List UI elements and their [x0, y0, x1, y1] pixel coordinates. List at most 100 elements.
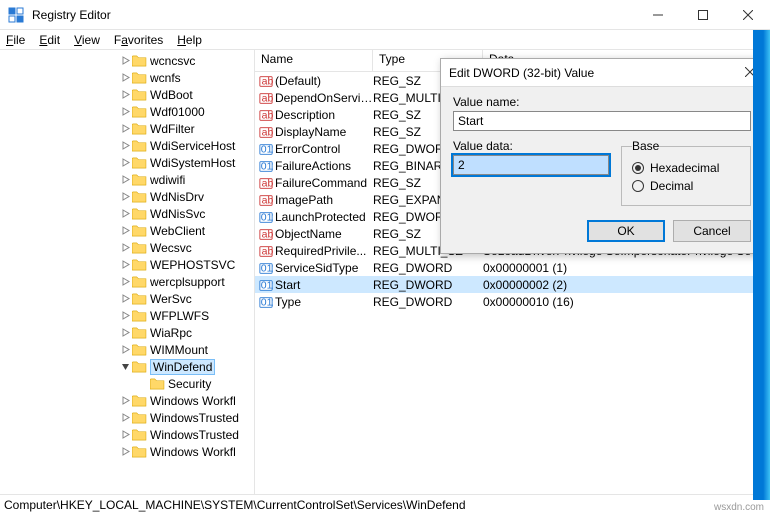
menu-help[interactable]: Help	[177, 33, 202, 47]
value-data: 0x00000010 (16)	[483, 295, 770, 309]
tree-item[interactable]: WinDefend	[0, 358, 254, 375]
tree-item[interactable]: WerSvc	[0, 290, 254, 307]
maximize-button[interactable]	[680, 0, 725, 30]
value-data-label: Value data:	[453, 139, 609, 153]
tree-label: WFPLWFS	[150, 309, 209, 323]
expand-icon[interactable]	[118, 396, 132, 405]
folder-icon	[132, 343, 148, 357]
expand-icon[interactable]	[118, 192, 132, 201]
string-value-icon: ab	[257, 108, 275, 122]
tree-item[interactable]: WdFilter	[0, 120, 254, 137]
status-path: Computer\HKEY_LOCAL_MACHINE\SYSTEM\Curre…	[4, 498, 466, 512]
tree-item[interactable]: Windows Workfl	[0, 443, 254, 460]
expand-icon[interactable]	[118, 277, 132, 286]
folder-icon	[132, 445, 148, 459]
expand-icon[interactable]	[118, 56, 132, 65]
watermark: wsxdn.com	[714, 502, 764, 513]
tree-label: WdiServiceHost	[150, 139, 235, 153]
expand-icon[interactable]	[118, 430, 132, 439]
folder-icon	[132, 360, 148, 374]
tree-item[interactable]: wcncsvc	[0, 52, 254, 69]
tree-item[interactable]: WEPHOSTSVC	[0, 256, 254, 273]
tree-item[interactable]: WFPLWFS	[0, 307, 254, 324]
expand-icon[interactable]	[118, 328, 132, 337]
radio-decimal[interactable]: Decimal	[632, 177, 740, 195]
svg-text:ab: ab	[262, 92, 273, 104]
tree-label: WdNisDrv	[150, 190, 204, 204]
tree-item[interactable]: Wecsvc	[0, 239, 254, 256]
menu-favorites[interactable]: Favorites	[114, 33, 163, 47]
dialog-close-button[interactable]	[727, 66, 755, 80]
binary-value-icon: 011	[257, 159, 275, 173]
tree-item[interactable]: wcnfs	[0, 69, 254, 86]
menu-file[interactable]: File	[6, 33, 25, 47]
close-button[interactable]	[725, 0, 770, 30]
collapse-icon[interactable]	[118, 362, 132, 371]
folder-icon	[132, 411, 148, 425]
value-name: DisplayName	[275, 125, 373, 139]
expand-icon[interactable]	[118, 175, 132, 184]
base-legend: Base	[632, 139, 659, 153]
svg-text:011: 011	[261, 279, 273, 291]
value-name: ErrorControl	[275, 142, 373, 156]
tree-label: WindowsTrusted	[150, 428, 239, 442]
status-bar: Computer\HKEY_LOCAL_MACHINE\SYSTEM\Curre…	[0, 494, 770, 514]
tree-item[interactable]: Windows Workfl	[0, 392, 254, 409]
expand-icon[interactable]	[118, 294, 132, 303]
svg-text:ab: ab	[262, 177, 273, 189]
tree-label: Wdf01000	[150, 105, 205, 119]
folder-icon	[132, 394, 148, 408]
list-row[interactable]: 011TypeREG_DWORD0x00000010 (16)	[255, 293, 770, 310]
cancel-button[interactable]: Cancel	[673, 220, 751, 242]
expand-icon[interactable]	[118, 124, 132, 133]
expand-icon[interactable]	[118, 141, 132, 150]
tree-item[interactable]: WdiSystemHost	[0, 154, 254, 171]
tree-item[interactable]: WindowsTrusted	[0, 426, 254, 443]
tree-label: WdiSystemHost	[150, 156, 235, 170]
svg-text:011: 011	[261, 296, 273, 308]
tree-item[interactable]: wdiwifi	[0, 171, 254, 188]
radio-hexadecimal[interactable]: Hexadecimal	[632, 159, 740, 177]
expand-icon[interactable]	[118, 226, 132, 235]
menu-view[interactable]: View	[74, 33, 100, 47]
tree-label: Windows Workfl	[150, 394, 236, 408]
col-name[interactable]: Name	[255, 50, 373, 71]
folder-icon	[132, 173, 148, 187]
tree-item[interactable]: wercplsupport	[0, 273, 254, 290]
menu-edit[interactable]: Edit	[39, 33, 60, 47]
tree-item[interactable]: Security	[0, 375, 254, 392]
tree-item[interactable]: WdiServiceHost	[0, 137, 254, 154]
tree-item[interactable]: WdNisSvc	[0, 205, 254, 222]
tree-item[interactable]: WindowsTrusted	[0, 409, 254, 426]
tree-item[interactable]: WiaRpc	[0, 324, 254, 341]
expand-icon[interactable]	[118, 90, 132, 99]
list-row[interactable]: 011ServiceSidTypeREG_DWORD0x00000001 (1)	[255, 259, 770, 276]
tree-label: wcnfs	[150, 71, 181, 85]
expand-icon[interactable]	[118, 243, 132, 252]
list-row[interactable]: 011StartREG_DWORD0x00000002 (2)	[255, 276, 770, 293]
tree-item[interactable]: Wdf01000	[0, 103, 254, 120]
minimize-button[interactable]	[635, 0, 680, 30]
base-group: Base Hexadecimal Decimal	[621, 139, 751, 206]
value-name: ServiceSidType	[275, 261, 373, 275]
expand-icon[interactable]	[118, 158, 132, 167]
window-title: Registry Editor	[32, 8, 635, 22]
expand-icon[interactable]	[118, 345, 132, 354]
value-data-input[interactable]	[453, 155, 609, 175]
folder-icon	[132, 326, 148, 340]
expand-icon[interactable]	[118, 447, 132, 456]
expand-icon[interactable]	[118, 413, 132, 422]
ok-button[interactable]: OK	[587, 220, 665, 242]
tree-item[interactable]: WdBoot	[0, 86, 254, 103]
value-name-input[interactable]	[453, 111, 751, 131]
binary-value-icon: 011	[257, 278, 275, 292]
expand-icon[interactable]	[118, 311, 132, 320]
tree-item[interactable]: WebClient	[0, 222, 254, 239]
tree-item[interactable]: WIMMount	[0, 341, 254, 358]
expand-icon[interactable]	[118, 107, 132, 116]
expand-icon[interactable]	[118, 209, 132, 218]
expand-icon[interactable]	[118, 73, 132, 82]
tree-panel[interactable]: wcncsvc wcnfsWdBoot Wdf01000WdFilter WdiSer…	[0, 50, 255, 494]
tree-item[interactable]: WdNisDrv	[0, 188, 254, 205]
expand-icon[interactable]	[118, 260, 132, 269]
